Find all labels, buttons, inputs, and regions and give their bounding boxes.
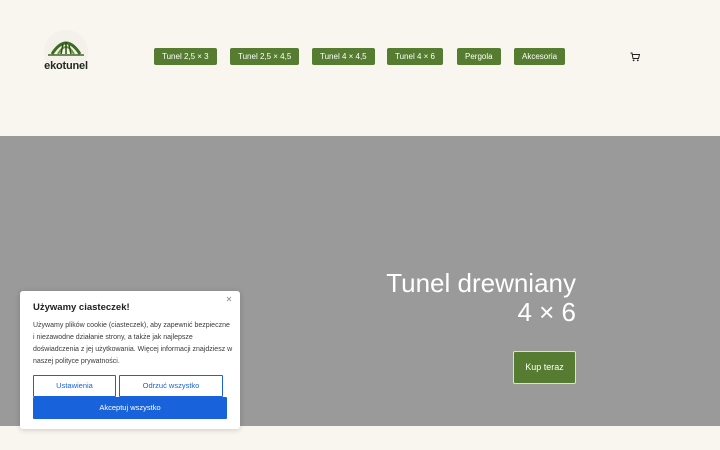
cookie-settings-button[interactable]: Ustawienia [33,375,116,397]
cookie-title: Używamy ciasteczek! [33,302,130,313]
logo[interactable]: ekotunel [36,30,96,76]
cookie-text: Używamy plików cookie (ciasteczek), aby … [33,322,233,365]
hero-title-line1: Tunel drewniany [386,268,576,298]
cart-icon[interactable] [630,52,640,62]
logo-icon [44,30,88,62]
nav-tunel-2-5x4-5[interactable]: Tunel 2,5 × 4,5 [230,48,300,65]
site-header: ekotunel Tunel 2,5 × 3 Tunel 2,5 × 4,5 T… [0,0,720,136]
nav-tunel-4x6[interactable]: Tunel 4 × 6 [387,48,443,65]
hero-title-line2: 4 × 6 [517,297,576,327]
hero-title: Tunel drewniany 4 × 6 [386,269,576,327]
cookie-reject-button[interactable]: Odrzuć wszystko [119,375,223,397]
page-bottom-strip [0,426,720,450]
buy-now-button[interactable]: Kup teraz [513,351,576,384]
nav-akcesoria[interactable]: Akcesoria [514,48,566,65]
cookie-accept-button[interactable]: Akceptuj wszystko [33,397,227,419]
cookie-consent-dialog: ✕ Używamy ciasteczek! Używamy plików coo… [20,291,240,429]
nav-tunel-2-5x3[interactable]: Tunel 2,5 × 3 [154,48,217,65]
close-icon[interactable]: ✕ [225,296,233,304]
logo-text: ekotunel [44,60,88,72]
nav-tunel-4x4-5[interactable]: Tunel 4 × 4,5 [312,48,375,65]
nav-pergola[interactable]: Pergola [457,48,501,65]
